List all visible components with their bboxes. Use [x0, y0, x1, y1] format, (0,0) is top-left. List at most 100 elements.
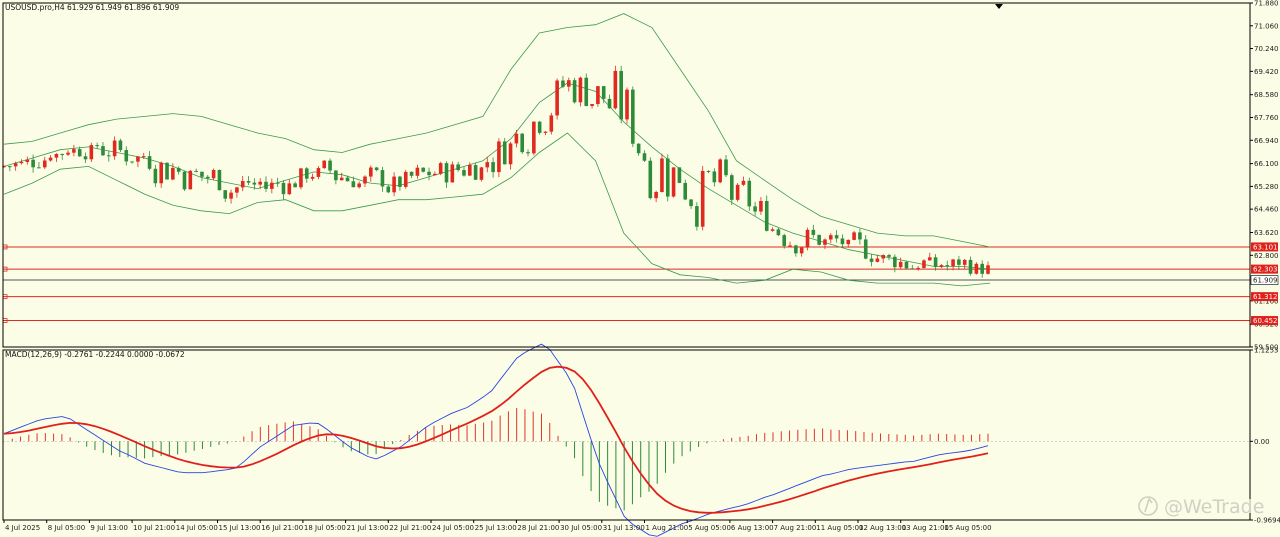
- candle-body: [83, 156, 88, 160]
- candle-body: [264, 181, 268, 189]
- candle-body: [869, 258, 874, 262]
- candle-body: [514, 133, 519, 144]
- price-tick-label: 66.100: [1254, 160, 1279, 168]
- candle-body: [380, 170, 385, 187]
- trading-chart[interactable]: 71.880 71.060 70.240 69.420 68.580 67.760 66.9…: [0, 0, 1280, 537]
- candle-body: [561, 80, 565, 87]
- macd-tick-label: 1.1253: [1254, 347, 1279, 355]
- time-tick-label: 31 Jul 13:00: [603, 524, 645, 532]
- candle-body: [403, 171, 408, 187]
- candle-body: [229, 192, 233, 199]
- candle-body: [409, 171, 414, 176]
- candle-body: [508, 143, 513, 165]
- candle-body: [339, 177, 344, 181]
- candle-body: [759, 200, 763, 212]
- candle-body: [77, 149, 82, 157]
- candle-body: [467, 165, 472, 176]
- candle-body: [60, 154, 65, 156]
- candle-body: [502, 141, 507, 165]
- candle-body: [281, 182, 286, 195]
- candle-body: [136, 156, 140, 162]
- candle-body: [299, 168, 303, 188]
- candle-body: [689, 199, 693, 207]
- candle-body: [107, 155, 111, 157]
- candle-body: [601, 86, 606, 99]
- candle-body: [910, 268, 915, 270]
- candle-body: [258, 181, 262, 185]
- watermark: @WeTrade: [1164, 496, 1264, 518]
- time-tick-label: 8 Jul 05:00: [48, 524, 86, 532]
- macd-line: [3, 343, 989, 537]
- time-tick-label: 5 Aug 05:00: [688, 524, 731, 532]
- candle-body: [788, 245, 792, 247]
- candle-body: [863, 239, 868, 259]
- candle-body: [712, 171, 717, 183]
- macd-pane-frame: [2, 349, 1251, 521]
- price-tick-label: 71.880: [1254, 0, 1279, 8]
- candle-body: [665, 158, 670, 197]
- time-tick-label: 4 Jul 2025: [5, 524, 40, 532]
- level-price-label: 60.452: [1253, 317, 1278, 325]
- shift-marker-icon[interactable]: [995, 4, 1003, 9]
- candle-body: [19, 161, 24, 164]
- candle-body: [31, 159, 35, 168]
- candle-body: [398, 176, 402, 187]
- candle-body: [42, 160, 47, 168]
- candle-body: [456, 164, 460, 171]
- candle-body: [613, 70, 618, 109]
- candle-body: [479, 167, 484, 180]
- candle-body: [357, 183, 361, 188]
- candle-body: [945, 265, 950, 267]
- candle-body: [118, 140, 123, 151]
- candle-body: [188, 170, 193, 190]
- candle-body: [683, 182, 688, 200]
- candle-body: [537, 121, 542, 133]
- candle-body: [147, 156, 152, 169]
- candle-body: [171, 167, 175, 180]
- bollinger-lower-band: [3, 132, 991, 287]
- candle-body: [922, 260, 926, 268]
- candle-body: [951, 259, 955, 267]
- candle-body: [962, 259, 967, 265]
- candle-body: [421, 167, 426, 172]
- candle-body: [153, 168, 158, 184]
- candle-body: [130, 161, 134, 163]
- candle-body: [619, 70, 623, 120]
- macd-signal-line: [3, 365, 989, 514]
- candle-body: [223, 190, 228, 199]
- candle-body: [159, 162, 164, 184]
- price-tick-label: 70.240: [1254, 45, 1279, 53]
- candle-body: [334, 170, 338, 181]
- candle-body: [770, 229, 775, 231]
- candle-body: [427, 171, 431, 176]
- candle-body: [141, 156, 146, 158]
- candle-body: [8, 166, 12, 168]
- candle-body: [747, 180, 752, 207]
- candle-body: [95, 145, 99, 147]
- candle-body: [986, 265, 990, 274]
- candle-body: [904, 261, 909, 269]
- candle-body: [648, 160, 653, 199]
- time-tick-label: 28 Jul 21:00: [517, 524, 559, 532]
- price-tick-label: 71.060: [1254, 22, 1279, 30]
- candle-body: [584, 77, 589, 106]
- bollinger-upper-band: [3, 13, 991, 248]
- candle-body: [671, 167, 676, 197]
- candle-body: [316, 168, 321, 177]
- candle-body: [48, 157, 53, 161]
- candle-body: [217, 169, 222, 191]
- level-price-label: 63.101: [1253, 243, 1278, 251]
- level-price-label: 62.303: [1253, 266, 1278, 274]
- candle-body: [846, 239, 851, 245]
- symbol-info: USOUSD.pro,H4 61.929 61.949 61.896 61.90…: [5, 3, 179, 12]
- candle-body: [625, 89, 629, 120]
- candle-body: [322, 160, 327, 169]
- candle-body: [828, 235, 833, 240]
- candle-body: [235, 187, 239, 193]
- candle-body: [246, 181, 251, 183]
- candle-body: [473, 165, 478, 180]
- current-price-label: 61.909: [1253, 277, 1278, 285]
- time-tick-label: 1 Aug 21:00: [646, 524, 689, 532]
- candle-body: [718, 159, 722, 183]
- candle-body: [520, 133, 525, 153]
